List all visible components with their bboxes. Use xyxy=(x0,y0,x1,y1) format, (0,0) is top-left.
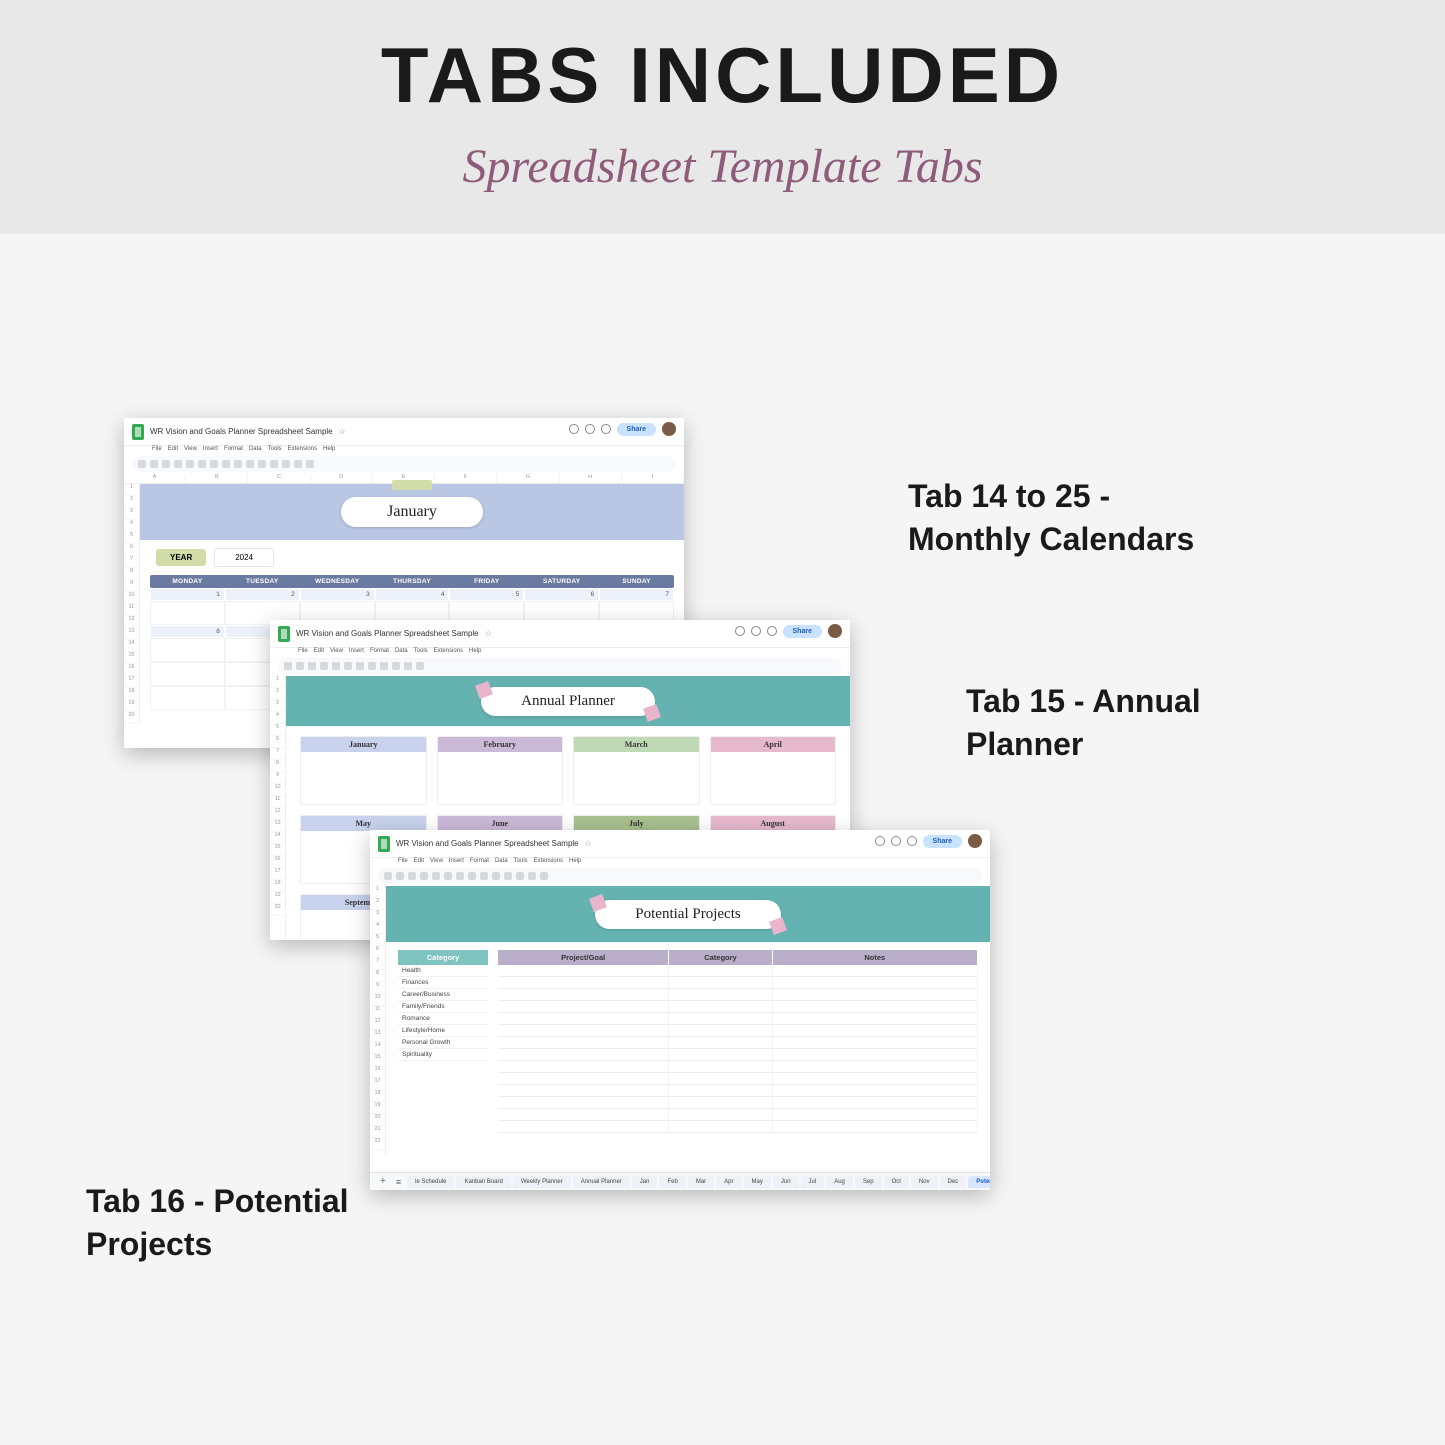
all-sheets-icon[interactable]: ≡ xyxy=(392,1177,405,1187)
doc-title: WR Vision and Goals Planner Spreadsheet … xyxy=(296,629,479,638)
history-icon[interactable] xyxy=(735,626,745,636)
row-numbers: 1234567891011121314151617181920 xyxy=(124,484,140,724)
sheet-tab[interactable]: Kanban Board xyxy=(456,1176,510,1188)
screenshot-projects: WR Vision and Goals Planner Spreadsheet … xyxy=(370,830,990,1190)
avatar[interactable] xyxy=(828,624,842,638)
star-icon[interactable]: ☆ xyxy=(485,629,492,638)
caption-monthly: Tab 14 to 25 -Monthly Calendars xyxy=(908,475,1194,561)
share-button[interactable]: Share xyxy=(783,625,822,638)
sheet-tab[interactable]: May xyxy=(744,1176,771,1188)
add-sheet-icon[interactable]: + xyxy=(376,1176,390,1187)
meet-icon[interactable] xyxy=(907,836,917,846)
sheet-tab[interactable]: Sep xyxy=(855,1176,882,1188)
sheet-tab[interactable]: Aug xyxy=(826,1176,853,1188)
sheet-tab[interactable]: Oct xyxy=(884,1176,909,1188)
sheet-tab[interactable]: le Schedule xyxy=(407,1176,454,1188)
toolbar[interactable] xyxy=(132,456,676,472)
comment-icon[interactable] xyxy=(891,836,901,846)
sheets-titlebar: WR Vision and Goals Planner Spreadsheet … xyxy=(370,830,990,858)
calendar-row-1: 1234567 xyxy=(150,588,674,601)
doc-title: WR Vision and Goals Planner Spreadsheet … xyxy=(396,839,579,848)
sheet-tab-active[interactable]: Potential Projects xyxy=(968,1176,990,1188)
star-icon[interactable]: ☆ xyxy=(339,427,346,436)
year-value[interactable]: 2024 xyxy=(214,548,274,567)
history-icon[interactable] xyxy=(569,424,579,434)
sheet-tab[interactable]: Annual Planner xyxy=(573,1176,630,1188)
caption-projects: Tab 16 - PotentialProjects xyxy=(86,1180,349,1266)
sheet-tab[interactable]: Jul xyxy=(801,1176,825,1188)
avatar[interactable] xyxy=(968,834,982,848)
january-title: January xyxy=(341,497,483,527)
tape-decoration xyxy=(392,480,432,490)
history-icon[interactable] xyxy=(875,836,885,846)
menu-bar[interactable]: FileEditViewInsertFormatDataToolsExtensi… xyxy=(370,858,990,866)
header-band: TABS INCLUDED Spreadsheet Template Tabs xyxy=(0,0,1445,234)
sheet-tab[interactable]: Feb xyxy=(659,1176,685,1188)
share-button[interactable]: Share xyxy=(617,423,656,436)
annual-banner: Annual Planner xyxy=(286,676,850,726)
avatar[interactable] xyxy=(662,422,676,436)
sheet-tab[interactable]: Dec xyxy=(940,1176,967,1188)
category-legend: Category Health Finances Career/Business… xyxy=(398,950,488,1133)
sheet-tab[interactable]: Mar xyxy=(688,1176,714,1188)
sheets-icon xyxy=(132,424,144,440)
comment-icon[interactable] xyxy=(585,424,595,434)
sheet-tab[interactable]: Jan xyxy=(632,1176,658,1188)
caption-annual: Tab 15 - AnnualPlanner xyxy=(966,680,1201,766)
sheet-tab[interactable]: Weekly Planner xyxy=(513,1176,571,1188)
january-banner: January xyxy=(140,484,684,540)
comment-icon[interactable] xyxy=(751,626,761,636)
doc-title: WR Vision and Goals Planner Spreadsheet … xyxy=(150,427,333,436)
page-subtitle: Spreadsheet Template Tabs xyxy=(0,139,1445,194)
sheets-titlebar: WR Vision and Goals Planner Spreadsheet … xyxy=(270,620,850,648)
row-numbers: 12345678910111213141516171819202122 xyxy=(370,886,386,1156)
toolbar[interactable] xyxy=(378,868,982,884)
year-label: YEAR xyxy=(156,549,206,566)
menu-bar[interactable]: FileEditViewInsertFormatDataToolsExtensi… xyxy=(124,446,684,454)
menu-bar[interactable]: FileEditViewInsertFormatDataToolsExtensi… xyxy=(270,648,850,656)
row-numbers: 1234567891011121314151617181920 xyxy=(270,676,286,940)
sheets-titlebar: WR Vision and Goals Planner Spreadsheet … xyxy=(124,418,684,446)
sheets-icon xyxy=(278,626,290,642)
toolbar[interactable] xyxy=(278,658,842,674)
star-icon[interactable]: ☆ xyxy=(585,839,592,848)
sheet-tab[interactable]: Jun xyxy=(773,1176,799,1188)
projects-banner: Potential Projects xyxy=(386,886,990,942)
sheet-tab[interactable]: Apr xyxy=(716,1176,741,1188)
share-button[interactable]: Share xyxy=(923,835,962,848)
dow-header: MONDAYTUESDAYWEDNESDAYTHURSDAYFRIDAYSATU… xyxy=(150,575,674,588)
sheet-tab[interactable]: Nov xyxy=(911,1176,938,1188)
sheet-tabs-bar[interactable]: + ≡ le Schedule Kanban Board Weekly Plan… xyxy=(370,1172,990,1190)
meet-icon[interactable] xyxy=(601,424,611,434)
projects-table[interactable]: Project/Goal Category Notes xyxy=(498,950,978,1133)
meet-icon[interactable] xyxy=(767,626,777,636)
page-title: TABS INCLUDED xyxy=(0,30,1445,121)
projects-title: Potential Projects xyxy=(595,900,780,929)
annual-title: Annual Planner xyxy=(481,687,655,716)
sheets-icon xyxy=(378,836,390,852)
